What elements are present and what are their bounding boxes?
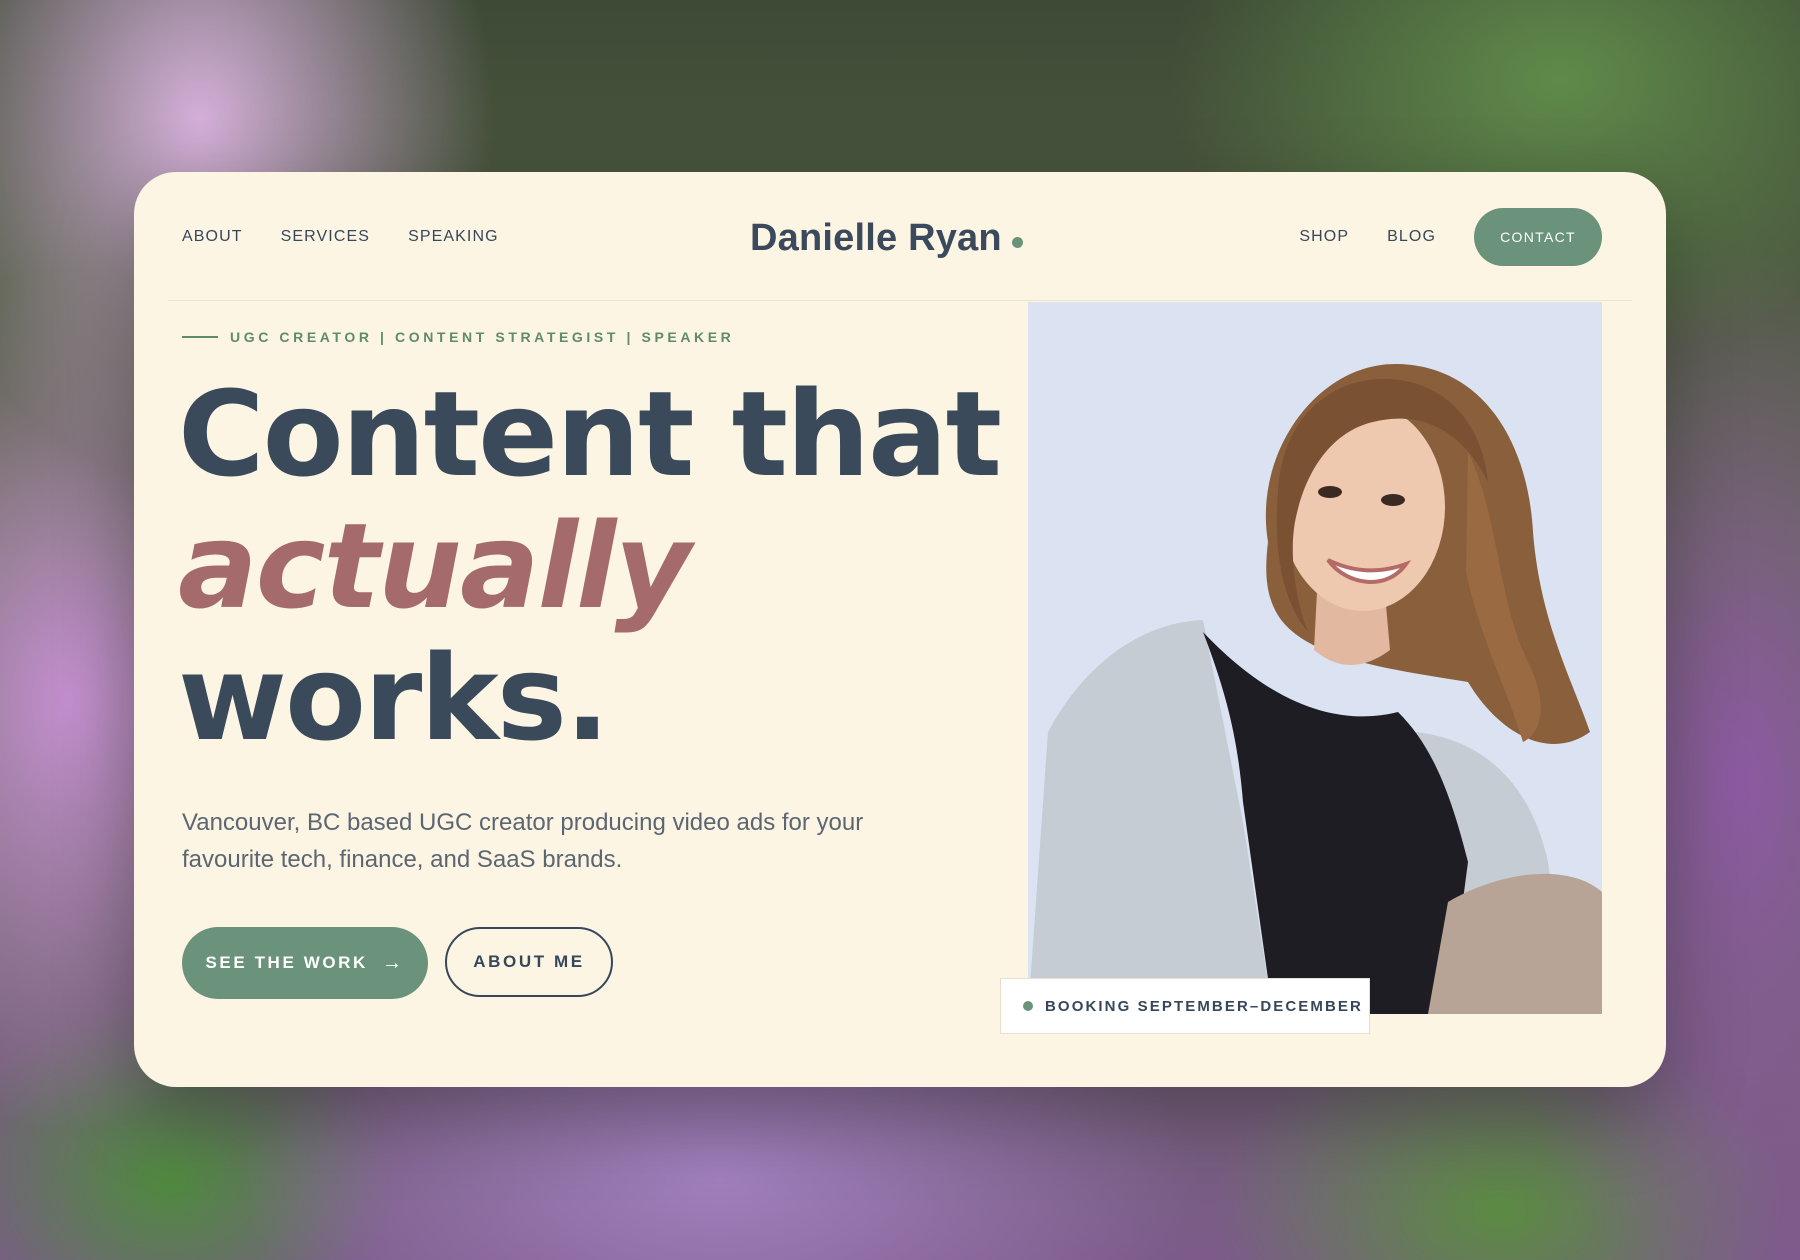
- headline-line-3: works.: [178, 629, 610, 767]
- about-me-button[interactable]: ABOUT ME: [445, 927, 613, 997]
- headline-accent: actually: [178, 497, 691, 635]
- booking-label: BOOKING SEPTEMBER–DECEMBER: [1045, 997, 1363, 1015]
- hero-headline: Content that actually works.: [178, 365, 1002, 767]
- eyebrow-text: UGC CREATOR | CONTENT STRATEGIST | SPEAK…: [230, 329, 735, 345]
- brand-dot-icon: [1011, 236, 1023, 248]
- brand-name: Danielle Ryan: [750, 216, 1002, 259]
- arrow-right-icon: →: [381, 951, 405, 974]
- nav-link-shop[interactable]: SHOP: [1299, 228, 1349, 246]
- nav-link-speaking[interactable]: SPEAKING: [408, 228, 499, 246]
- nav-link-services[interactable]: SERVICES: [281, 228, 370, 246]
- eyebrow: UGC CREATOR | CONTENT STRATEGIST | SPEAK…: [182, 329, 734, 345]
- see-the-work-label: SEE THE WORK: [205, 953, 368, 972]
- brand-logo[interactable]: Danielle Ryan: [750, 210, 1023, 266]
- portrait-illustration: [1028, 302, 1602, 1014]
- nav-left-group: ABOUT SERVICES SPEAKING: [182, 172, 499, 302]
- booking-badge: BOOKING SEPTEMBER–DECEMBER: [1000, 978, 1370, 1034]
- nav-right-group: SHOP BLOG CONTACT: [1299, 172, 1602, 302]
- nav-link-about[interactable]: ABOUT: [182, 228, 243, 246]
- top-navigation: ABOUT SERVICES SPEAKING Danielle Ryan SH…: [134, 172, 1666, 302]
- nav-divider: [168, 300, 1632, 301]
- nav-link-blog[interactable]: BLOG: [1387, 228, 1436, 246]
- hero-description: Vancouver, BC based UGC creator producin…: [182, 809, 864, 873]
- portrait-photo: [1028, 302, 1602, 1014]
- hero-card: ABOUT SERVICES SPEAKING Danielle Ryan SH…: [134, 172, 1666, 1087]
- headline-line-1: Content that: [178, 365, 1002, 503]
- see-the-work-button[interactable]: SEE THE WORK →: [182, 927, 428, 999]
- eyebrow-line: [182, 336, 218, 338]
- contact-button[interactable]: CONTACT: [1474, 208, 1602, 266]
- status-dot-icon: [1023, 1001, 1033, 1011]
